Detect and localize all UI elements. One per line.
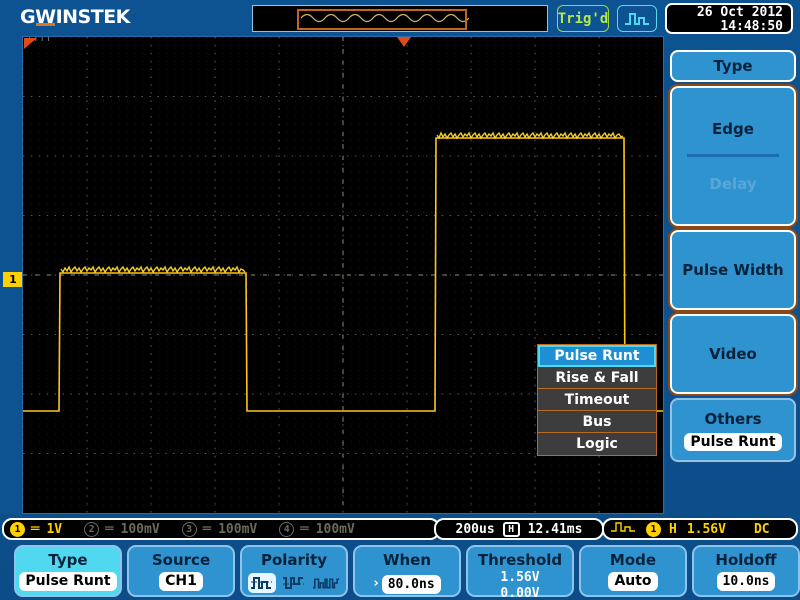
date-text: 26 Oct 2012 bbox=[696, 5, 783, 20]
channel4-scale: 100mV bbox=[315, 521, 355, 537]
bottom-menu-holdoff-value: 10.0ns bbox=[716, 572, 776, 591]
bottom-menu-source-value: CH1 bbox=[159, 572, 203, 591]
side-menu-divider bbox=[687, 153, 779, 157]
bottom-menu-type-label: Type bbox=[48, 551, 88, 569]
positive-runt-icon[interactable] bbox=[248, 573, 276, 593]
pulse-runt-icon bbox=[617, 5, 657, 32]
brand-logo: GWINSTEK bbox=[20, 6, 130, 28]
preview-window-box[interactable] bbox=[297, 9, 467, 30]
side-menu-pulse-width-label: Pulse Width bbox=[682, 261, 784, 279]
side-menu: Type Edge Delay Pulse Width Video Others… bbox=[666, 36, 800, 514]
timebase-status-box[interactable]: 200us H 12.41ms bbox=[434, 518, 604, 540]
side-menu-edge-label: Edge bbox=[712, 119, 754, 138]
time-text: 14:48:50 bbox=[720, 19, 783, 34]
channel3-scale: 100mV bbox=[218, 521, 258, 537]
channel3-icon: 3 bbox=[181, 521, 197, 537]
logo-w: W bbox=[35, 6, 56, 28]
polarity-icon-row bbox=[248, 573, 340, 593]
channel-status-3[interactable]: 3 ═ 100mV bbox=[181, 521, 276, 537]
bottom-menu-mode[interactable]: Mode Auto bbox=[579, 545, 687, 597]
bottom-menu-source-label: Source bbox=[151, 551, 211, 569]
trigger-level-value: 1.56V bbox=[686, 521, 726, 537]
logo-g: G bbox=[20, 6, 36, 28]
trigger-source-icon: 1 bbox=[646, 521, 661, 537]
negative-runt-icon[interactable] bbox=[280, 573, 308, 593]
channel-status-1[interactable]: 1 ═ 1V bbox=[10, 521, 80, 537]
channel1-scale: 1V bbox=[46, 521, 63, 537]
side-menu-video-label: Video bbox=[709, 345, 757, 363]
channel3-coupling: ═ bbox=[202, 521, 212, 537]
popup-item-bus[interactable]: Bus bbox=[538, 411, 656, 433]
negative-runt-glyph bbox=[283, 577, 304, 589]
bottom-menu-holdoff-label: Holdoff bbox=[715, 551, 777, 569]
horizontal-mode-icon: H bbox=[502, 521, 520, 537]
waveform-plot-area[interactable]: Pulse Runt Rise & Fall Timeout Bus Logic bbox=[22, 36, 664, 514]
bottom-menu-source[interactable]: Source CH1 bbox=[127, 545, 235, 597]
channel2-icon: 2 bbox=[84, 521, 100, 537]
either-runt-icon[interactable] bbox=[312, 573, 340, 593]
status-bar: 1 ═ 1V 2 ═ 100mV 3 ═ 100mV 4 ═ 100mV 200… bbox=[0, 516, 800, 542]
bottom-menu-threshold-high: 1.56V bbox=[500, 570, 540, 585]
trigger-coupling-value: DC bbox=[753, 521, 770, 537]
either-runt-glyph bbox=[312, 578, 340, 589]
bottom-menu-threshold-label: Threshold bbox=[477, 551, 563, 569]
bottom-menu-polarity-label: Polarity bbox=[260, 551, 328, 569]
positive-runt-glyph bbox=[251, 577, 272, 589]
channel-status-4[interactable]: 4 ═ 100mV bbox=[279, 521, 373, 537]
when-comparator-icon: › bbox=[373, 575, 379, 591]
header-bar: GWINSTEK Trig'd 26 Oct 2012 14:48:50 bbox=[0, 0, 800, 36]
timebase-value: 200us bbox=[455, 521, 495, 537]
bottom-menu-when-value: 80.0ns bbox=[381, 575, 441, 594]
bottom-menu-mode-label: Mode bbox=[609, 551, 657, 569]
bottom-menu-when[interactable]: When › 80.0ns bbox=[353, 545, 461, 597]
bottom-menu-polarity[interactable]: Polarity bbox=[240, 545, 348, 597]
side-menu-item-others[interactable]: Others Pulse Runt bbox=[670, 398, 796, 462]
bottom-menu-type[interactable]: Type Pulse Runt bbox=[14, 545, 122, 597]
bottom-menu-threshold-low: 0.00V bbox=[500, 586, 540, 600]
bottom-menu-when-row: › 80.0ns bbox=[373, 572, 441, 594]
trigger-pulse-runt-icon bbox=[610, 520, 636, 538]
channel-status-2[interactable]: 2 ═ 100mV bbox=[84, 521, 178, 537]
trigger-runt-glyph bbox=[611, 522, 635, 532]
channel1-icon: 1 bbox=[10, 521, 25, 537]
bottom-menu-bar: Type Pulse Runt Source CH1 Polarity When… bbox=[0, 543, 800, 600]
bottom-menu-holdoff[interactable]: Holdoff 10.0ns bbox=[692, 545, 800, 597]
full-record-preview[interactable] bbox=[252, 5, 548, 32]
side-menu-others-value: Pulse Runt bbox=[684, 432, 782, 451]
time-offset-value: 12.41ms bbox=[527, 521, 583, 537]
channel4-coupling: ═ bbox=[300, 521, 309, 537]
bottom-menu-mode-value: Auto bbox=[608, 572, 658, 591]
side-menu-item-pulse-width[interactable]: Pulse Width bbox=[668, 228, 798, 312]
side-menu-item-video[interactable]: Video bbox=[668, 312, 798, 396]
logo-instek: INSTEK bbox=[55, 6, 131, 28]
popup-item-rise-and-fall[interactable]: Rise & Fall bbox=[538, 367, 656, 389]
pulse-runt-glyph bbox=[625, 13, 649, 25]
side-menu-item-edge[interactable]: Edge Delay bbox=[668, 84, 798, 228]
side-menu-delay-label: Delay bbox=[709, 174, 757, 193]
channel2-scale: 100mV bbox=[120, 521, 160, 537]
trigger-status-badge: Trig'd bbox=[557, 5, 609, 32]
bottom-menu-type-value: Pulse Runt bbox=[19, 572, 117, 591]
channel1-position-marker[interactable]: 1 bbox=[3, 272, 30, 287]
channel-status-box: 1 ═ 1V 2 ═ 100mV 3 ═ 100mV 4 ═ 100mV bbox=[2, 518, 440, 540]
trigger-status-box[interactable]: 1 H 1.56V DC bbox=[602, 518, 798, 540]
trigger-type-popup-menu[interactable]: Pulse Runt Rise & Fall Timeout Bus Logic bbox=[537, 344, 657, 456]
channel2-coupling: ═ bbox=[105, 521, 114, 537]
popup-item-logic[interactable]: Logic bbox=[538, 433, 656, 455]
channel4-icon: 4 bbox=[279, 521, 295, 537]
bottom-menu-when-label: When bbox=[382, 551, 432, 569]
trigger-slope-label: H bbox=[669, 521, 677, 537]
popup-item-timeout[interactable]: Timeout bbox=[538, 389, 656, 411]
datetime-display: 26 Oct 2012 14:48:50 bbox=[665, 3, 793, 34]
oscilloscope-screen: GWINSTEK Trig'd 26 Oct 2012 14:48:50 1 P… bbox=[0, 0, 800, 600]
bottom-menu-threshold[interactable]: Threshold 1.56V 0.00V bbox=[466, 545, 574, 600]
side-menu-others-label: Others bbox=[704, 409, 762, 428]
channel1-coupling: ═ bbox=[31, 521, 40, 537]
popup-item-pulse-runt[interactable]: Pulse Runt bbox=[538, 345, 656, 367]
side-menu-title-type: Type bbox=[670, 50, 796, 82]
